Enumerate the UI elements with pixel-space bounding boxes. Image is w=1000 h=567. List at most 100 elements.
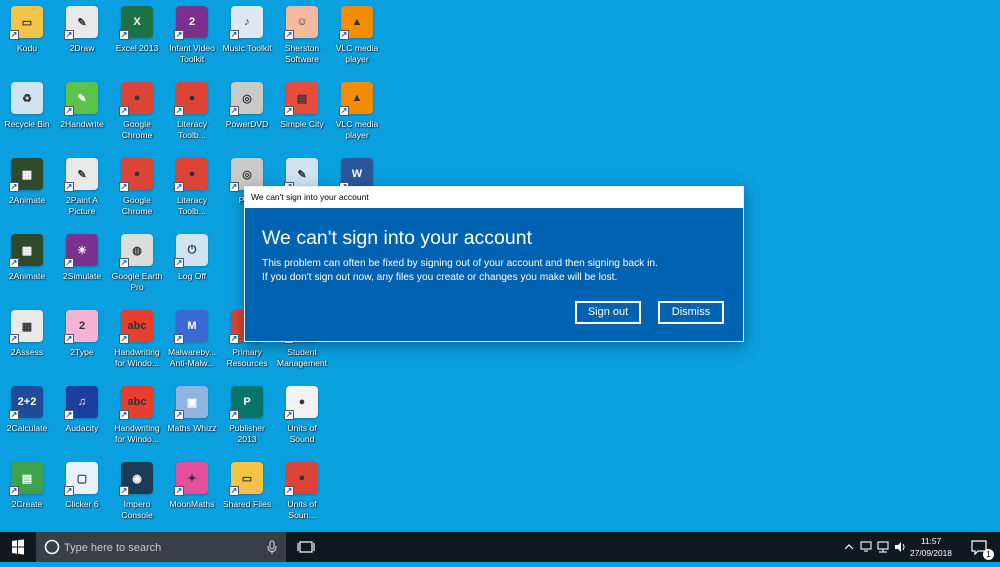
chrome-icon: ●↗ — [284, 462, 318, 496]
desktop-icon-label: Log Off — [177, 271, 207, 281]
shortcut-arrow-icon: ↗ — [174, 410, 184, 420]
shortcut-arrow-icon: ↗ — [9, 334, 19, 344]
desktop-icon[interactable]: ✎ ↗ 2Draw — [55, 2, 109, 74]
desktop-icon[interactable]: ▭ ↗ Kodu — [0, 2, 54, 74]
desktop-icon[interactable]: abc ↗ Handwriting for Windo... — [110, 306, 164, 378]
icon-glyph: ● — [188, 168, 196, 180]
icon-glyph: ◍ — [132, 244, 142, 257]
desktop-icon-label: Infant Video Toolkit — [169, 43, 215, 64]
microphone-icon[interactable] — [265, 532, 279, 562]
show-hidden-icons-chevron-icon[interactable] — [842, 532, 856, 562]
desktop-icon[interactable]: ✎ ↗ 2Handwrite — [55, 78, 109, 150]
desktop-icon[interactable]: M ↗ Malwareby... Anti-Malw... — [165, 306, 219, 378]
dialog-heading: We can't sign into your account — [262, 227, 533, 249]
2type-icon: 2 ↗ — [64, 310, 98, 344]
desktop-icon-label: 2Animate — [8, 271, 46, 281]
desktop-icon[interactable]: ▦ ↗ 2Animate — [0, 154, 54, 226]
desktop-icon-label: Music Toolkit — [222, 43, 272, 53]
desktop-icon[interactable]: ✦ ↗ MoonMaths — [165, 458, 219, 530]
search-input[interactable] — [62, 532, 261, 564]
desktop-icon-label: VLC media player — [335, 43, 379, 64]
desktop-icon-label: Google Chrome — [121, 195, 153, 216]
2paint-icon: ✎ ↗ — [64, 158, 98, 192]
desktop-icon[interactable]: ♻ Recycle Bin — [0, 78, 54, 150]
desktop-icon[interactable]: ● ↗ Units of Soun... — [275, 458, 329, 530]
desktop-icon[interactable]: ◍ ↗ Google Earth Pro — [110, 230, 164, 302]
moonmaths-icon: ✦ ↗ — [174, 462, 208, 496]
icon-glyph: ◉ — [132, 472, 142, 485]
desktop-icon[interactable]: P ↗ Publisher 2013 — [220, 382, 274, 454]
shortcut-arrow-icon: ↗ — [174, 106, 184, 116]
task-view-icon[interactable] — [291, 532, 321, 562]
desktop-icon[interactable]: ● ↗ Units of Sound — [275, 382, 329, 454]
volume-icon[interactable] — [893, 532, 907, 562]
desktop-icon[interactable]: ♫ ↗ Audacity — [55, 382, 109, 454]
desktop-icon[interactable]: ▲ ↗ VLC media player — [330, 78, 384, 150]
desktop-icon[interactable]: ● ↗ Google Chrome — [110, 78, 164, 150]
desktop-icon[interactable]: ▤ ↗ 2Create — [0, 458, 54, 530]
clock[interactable]: 11:57 27/09/2018 — [910, 535, 952, 559]
dialog-message: This problem can often be fixed by signi… — [262, 257, 658, 284]
shortcut-arrow-icon: ↗ — [284, 106, 294, 116]
publisher-icon: P ↗ — [229, 386, 263, 420]
icon-glyph: ▭ — [241, 472, 253, 485]
desktop-icon[interactable]: ✎ ↗ 2Paint A Picture — [55, 154, 109, 226]
desktop-icon-label: PowerDVD — [225, 119, 269, 129]
network-icon[interactable] — [876, 532, 890, 562]
desktop-icon[interactable]: ☀ ↗ 2Simulate — [55, 230, 109, 302]
desktop-icon[interactable]: ♪ ↗ Music Toolkit — [220, 2, 274, 74]
desktop-icon[interactable]: ☺ ↗ Sherston Software — [275, 2, 329, 74]
desktop-icon-label: Kodu — [16, 43, 38, 53]
clock-time: 11:57 — [920, 536, 942, 546]
desktop-icon[interactable]: abc ↗ Handwriting for Windo... — [110, 382, 164, 454]
desktop-icon[interactable]: ▤ ↗ Simple City — [275, 78, 329, 150]
icon-glyph: ▤ — [21, 472, 33, 485]
desktop-icon[interactable]: ▢ ↗ Clicker 6 — [55, 458, 109, 530]
desktop-icon[interactable]: 2 ↗ 2Type — [55, 306, 109, 378]
desktop-icon-label: Primary Resources — [226, 347, 268, 368]
desktop-icon-label: Publisher 2013 — [229, 423, 265, 444]
desktop-icon-label: Google Chrome — [121, 119, 153, 140]
desktop-icon[interactable]: ● ↗ Google Chrome — [110, 154, 164, 226]
action-center-button[interactable]: 1 — [962, 532, 1000, 562]
2calculate-icon: 2+2 ↗ — [9, 386, 43, 420]
desktop-icon-label: Maths Whizz — [167, 423, 217, 433]
desktop-icon[interactable]: ▲ ↗ VLC media player — [330, 2, 384, 74]
display-icon[interactable] — [859, 532, 873, 562]
taskbar: 11:57 27/09/2018 1 — [0, 532, 1000, 564]
desktop-icon[interactable]: ▭ ↗ Shared Files — [220, 458, 274, 530]
desktop-icon[interactable]: ⏻ ↗ Log Off — [165, 230, 219, 302]
desktop-icon[interactable]: 2 ↗ Infant Video Toolkit — [165, 2, 219, 74]
icon-glyph: ☺ — [296, 16, 308, 28]
desktop-icon-label: Handwriting for Windo... — [114, 423, 160, 444]
icon-glyph: ✦ — [187, 472, 197, 485]
desktop-icon[interactable]: ● ↗ Literacy Toolb... — [165, 78, 219, 150]
shortcut-arrow-icon: ↗ — [339, 30, 349, 40]
desktop-icon[interactable]: ▦ ↗ 2Assess — [0, 306, 54, 378]
shortcut-arrow-icon: ↗ — [119, 334, 129, 344]
desktop-icon[interactable]: 2+2 ↗ 2Calculate — [0, 382, 54, 454]
icon-glyph: ● — [298, 396, 306, 408]
2handwrite-icon: ✎ ↗ — [64, 82, 98, 116]
music-toolkit-icon: ♪ ↗ — [229, 6, 263, 40]
start-button[interactable] — [0, 532, 36, 562]
desktop-icon[interactable]: ● ↗ Literacy Toolb... — [165, 154, 219, 226]
2create-icon: ▤ ↗ — [9, 462, 43, 496]
desktop-icon-label: 2Handwrite — [60, 119, 104, 129]
desktop-icon[interactable]: ▦ ↗ 2Animate — [0, 230, 54, 302]
desktop-icon[interactable]: X ↗ Excel 2013 — [110, 2, 164, 74]
2draw-icon: ✎ ↗ — [64, 6, 98, 40]
shortcut-arrow-icon: ↗ — [339, 106, 349, 116]
desktop-icon-label: Recycle Bin — [4, 119, 50, 129]
search-box[interactable] — [36, 532, 286, 564]
shortcut-arrow-icon: ↗ — [9, 410, 19, 420]
dismiss-button[interactable]: Dismiss — [658, 301, 724, 324]
sign-out-button[interactable]: Sign out — [575, 301, 641, 324]
shortcut-arrow-icon: ↗ — [229, 30, 239, 40]
icon-glyph: ▣ — [186, 396, 198, 409]
icon-glyph: ● — [188, 92, 196, 104]
desktop-icon[interactable]: ◎ ↗ PowerDVD — [220, 78, 274, 150]
desktop-icon[interactable]: ▣ ↗ Maths Whizz — [165, 382, 219, 454]
desktop-icon[interactable]: ◉ ↗ Impero Console — [110, 458, 164, 530]
dialog-title-bar[interactable]: We can't sign into your account — [245, 187, 743, 208]
